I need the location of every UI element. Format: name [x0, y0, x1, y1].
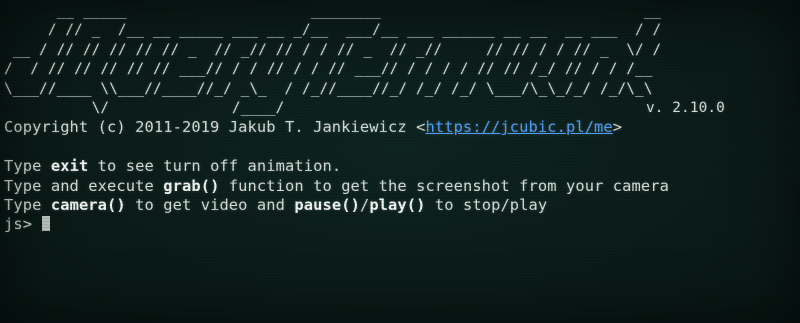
text-cursor[interactable]	[42, 216, 51, 232]
instruction-text: Type	[4, 195, 51, 214]
copyright-line: Copyright (c) 2011-2019 Jakub T. Jankiew…	[4, 118, 800, 137]
copyright-text: Copyright (c) 2011-2019 Jakub T. Jankiew…	[4, 118, 426, 137]
prompt-label: js>	[4, 215, 42, 234]
instruction-text: to get video and	[125, 195, 295, 214]
author-link[interactable]: https://jcubic.pl/me	[425, 118, 612, 136]
command-camera: camera()	[50, 195, 126, 214]
copyright-closing: >	[612, 118, 623, 137]
command-prompt-line[interactable]: js>	[4, 215, 800, 234]
instruction-text: Type and execute	[4, 176, 164, 195]
ascii-banner-line-2: / // _ /__ __ _____ ___ __ _/__ ___/__ _…	[4, 22, 662, 39]
instruction-text: to see turn off animation.	[88, 157, 342, 176]
terminal-screen[interactable]: __ _____ ________ __ / // _ /__ __ _____…	[0, 0, 800, 323]
instruction-text: to stop/play	[425, 195, 548, 214]
instruction-separator: /	[359, 195, 370, 214]
terminal-output: __ _____ ________ __ / // _ /__ __ _____…	[4, 2, 800, 235]
command-grab: grab()	[163, 176, 220, 195]
version-label: v. 2.10.0	[646, 99, 725, 116]
ascii-banner-tail: \/ /____/	[4, 99, 635, 116]
instruction-line-1: Type exit to see turn off animation.	[4, 157, 800, 176]
ascii-banner-line-4: / / // // // // // ___// / / // / / // _…	[4, 61, 653, 78]
command-pause: pause()	[294, 195, 360, 214]
ascii-banner-line-1: __ _____ ________ __	[4, 3, 662, 19]
instruction-line-3: Type camera() to get video and pause()/p…	[4, 196, 800, 215]
ascii-banner-line-6: \/ /____/ v. 2.10.0	[4, 99, 800, 118]
command-exit: exit	[50, 157, 89, 176]
instruction-line-2: Type and execute grab() function to get …	[4, 177, 800, 196]
ascii-banner-line-3: __ / // // // // // _ // _// // / / // _…	[4, 41, 662, 58]
command-play: play()	[369, 195, 426, 214]
instruction-text: function to get the screenshot from your…	[219, 176, 670, 195]
instruction-text: Type	[4, 157, 51, 176]
ascii-banner-line-5: \___//____ \\___//____//_/ _\_ / /_//___…	[4, 80, 653, 97]
